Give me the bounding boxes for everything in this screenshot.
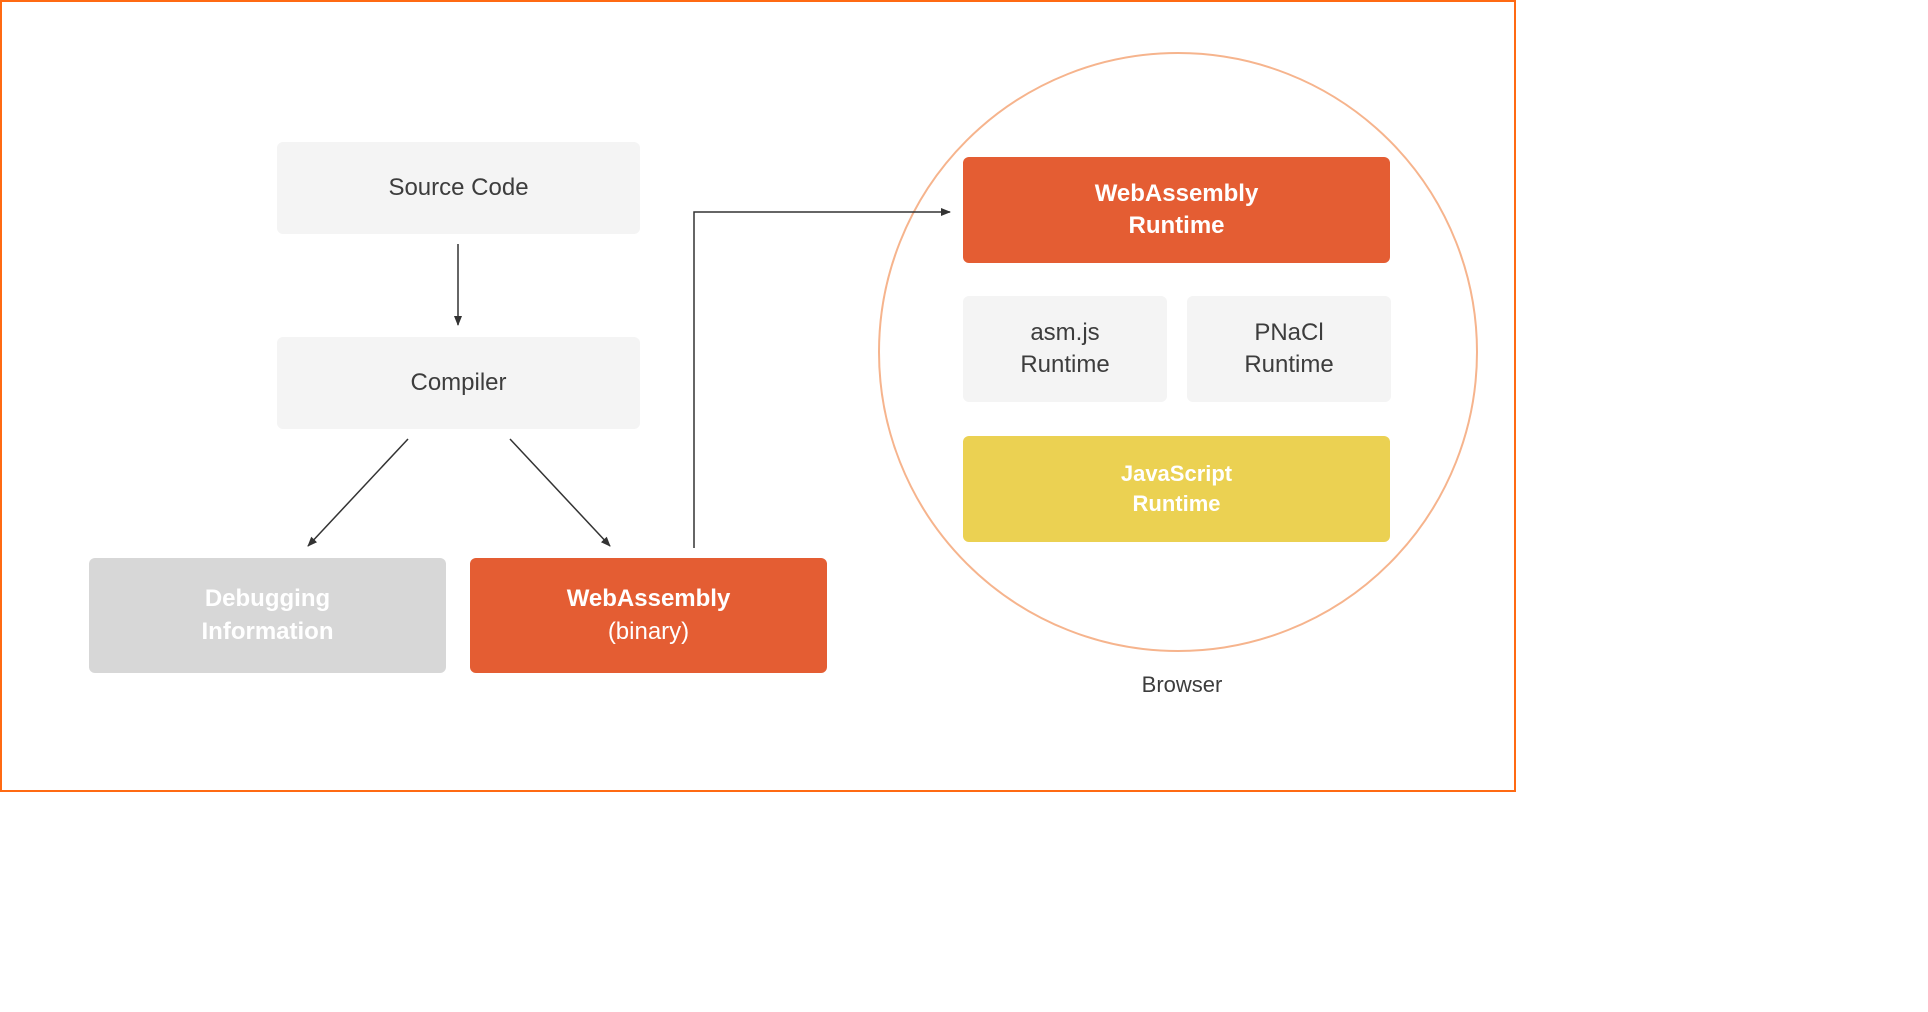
js-runtime-line1: JavaScript — [1121, 459, 1232, 489]
asmjs-runtime-line2: Runtime — [1020, 349, 1109, 381]
webassembly-line2: (binary) — [608, 616, 689, 648]
pnacl-runtime-line2: Runtime — [1244, 349, 1333, 381]
wasm-runtime-line1: WebAssembly — [1095, 178, 1259, 210]
arrow-compiler-to-wasm — [510, 439, 610, 546]
debugging-info-line2: Information — [202, 616, 334, 648]
node-asmjs-runtime: asm.js Runtime — [963, 296, 1167, 402]
wasm-runtime-line2: Runtime — [1129, 210, 1225, 242]
node-wasm-runtime: WebAssembly Runtime — [963, 157, 1390, 263]
browser-label-text: Browser — [1142, 672, 1223, 697]
asmjs-runtime-line1: asm.js — [1030, 317, 1099, 349]
node-pnacl-runtime: PNaCl Runtime — [1187, 296, 1391, 402]
js-runtime-line2: Runtime — [1133, 489, 1221, 519]
browser-label: Browser — [1102, 672, 1262, 698]
debugging-info-line1: Debugging — [205, 583, 330, 615]
compiler-label: Compiler — [410, 367, 506, 399]
node-debugging-info: Debugging Information — [89, 558, 446, 673]
pnacl-runtime-line1: PNaCl — [1254, 317, 1323, 349]
webassembly-line1: WebAssembly — [567, 583, 731, 615]
node-js-runtime: JavaScript Runtime — [963, 436, 1390, 542]
arrow-compiler-to-debug — [308, 439, 408, 546]
source-code-label: Source Code — [388, 172, 528, 204]
node-compiler: Compiler — [277, 337, 640, 429]
node-source-code: Source Code — [277, 142, 640, 234]
diagram-frame: Source Code Compiler Debugging Informati… — [0, 0, 1516, 792]
node-webassembly: WebAssembly (binary) — [470, 558, 827, 673]
